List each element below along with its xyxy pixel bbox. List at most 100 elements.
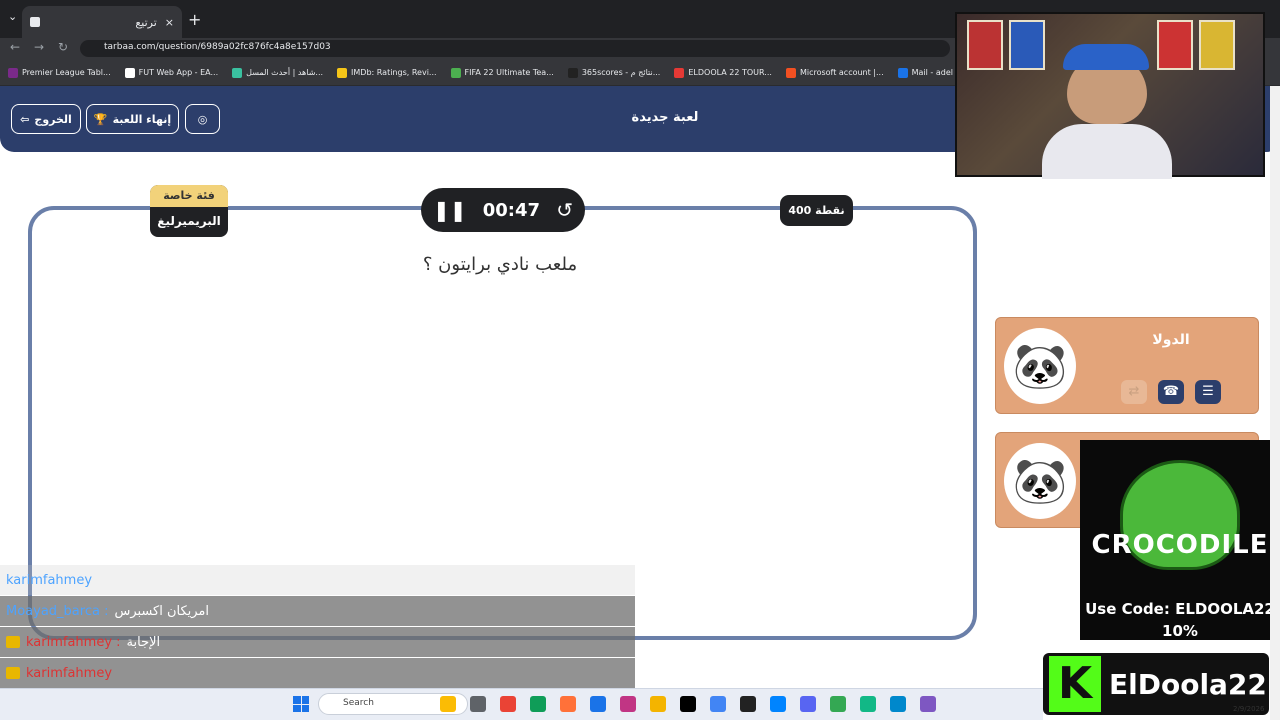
taskbar-app-icon[interactable]: [590, 696, 606, 712]
search-label: Search: [343, 698, 374, 708]
taskbar-app-icon[interactable]: [680, 696, 696, 712]
chat-username: karimfahmey :: [26, 634, 121, 650]
taskbar-app-icon[interactable]: [470, 696, 486, 712]
taskbar-app-icon[interactable]: [770, 696, 786, 712]
bookmark-favicon-icon: [8, 67, 18, 78]
bookmark-item[interactable]: Premier League Tabl...: [8, 67, 111, 78]
windows-taskbar: [0, 688, 1043, 720]
bookmark-favicon-icon: [124, 67, 135, 78]
taskbar-app-icon[interactable]: [800, 696, 816, 712]
taskbar-app-icon[interactable]: [650, 696, 666, 712]
scrollbar[interactable]: [1270, 86, 1280, 720]
bookmark-favicon-icon: [567, 67, 578, 78]
taskbar-app-icon[interactable]: [710, 696, 726, 712]
brand-name: ElDoola22: [1109, 667, 1267, 701]
taskbar-app-icon[interactable]: [620, 696, 636, 712]
taskbar-app-icon[interactable]: [560, 696, 576, 712]
bookmark-label: Premier League Tabl...: [22, 68, 111, 77]
sponsor-code: Use Code: ELDOOLA22: [1085, 600, 1275, 618]
chat-message: karimfahmey: [0, 658, 635, 688]
bookmark-label: IMDb: Ratings, Revi...: [351, 68, 437, 77]
bookmark-label: FUT Web App - EA...: [138, 68, 219, 77]
crown-badge-icon: [6, 667, 20, 679]
sponsor-overlay: CROCODILE Use Code: ELDOOLA22 10%: [1080, 440, 1280, 640]
exit-icon: ⇦: [20, 112, 30, 126]
palette-button[interactable]: ◎: [185, 104, 220, 134]
taskbar-app-icon[interactable]: [440, 696, 456, 712]
category-label: فئة خاصة: [150, 185, 228, 207]
timer-value: 00:47: [482, 199, 541, 221]
poster-image: [1199, 20, 1235, 70]
tab-list-icon[interactable]: ⌄: [8, 10, 17, 23]
bookmark-label: شاهد | أحدث المسل...: [246, 68, 324, 77]
webcam-overlay: [955, 12, 1265, 179]
page-title: لعبة جديدة: [631, 110, 699, 125]
chat-text: الإجابة: [126, 634, 161, 650]
sponsor-logo-text: CROCODILE: [1091, 530, 1269, 560]
chat-username: Moayad_barca :: [6, 603, 109, 619]
bookmark-label: ELDOOLA 22 TOUR...: [688, 68, 772, 77]
team-name: الدولا: [1152, 332, 1190, 348]
back-icon[interactable]: ←: [10, 40, 20, 54]
bookmark-favicon-icon: [337, 67, 348, 78]
streamer-cap: [1063, 44, 1149, 70]
palette-icon: ◎: [197, 112, 208, 126]
end-game-label: إنهاء اللعبة: [112, 112, 172, 126]
bookmark-favicon-icon: [450, 67, 461, 78]
taskbar-app-icon[interactable]: [920, 696, 936, 712]
crown-badge-icon: [6, 636, 20, 648]
chat-message: karimfahmey: [0, 565, 635, 595]
taskbar-app-icon[interactable]: [860, 696, 876, 712]
forward-icon[interactable]: →: [34, 40, 44, 54]
address-bar[interactable]: tarbaa.com/question/6989a02fc876fc4a8e15…: [80, 40, 950, 57]
bookmark-item[interactable]: شاهد | أحدث المسل...: [232, 67, 324, 78]
chat-text: امريكان اكسبرس: [114, 603, 210, 619]
poster-image: [1157, 20, 1193, 70]
phone-tool-icon[interactable]: ☎: [1158, 380, 1184, 404]
bookmark-label: FIFA 22 Ultimate Tea...: [464, 68, 554, 77]
url-text: tarbaa.com/question/6989a02fc876fc4a8e15…: [104, 42, 331, 52]
reset-timer-icon[interactable]: ↺: [556, 198, 573, 222]
taskbar-app-icon[interactable]: [740, 696, 756, 712]
bookmark-item[interactable]: FIFA 22 Ultimate Tea...: [450, 67, 554, 78]
pause-icon[interactable]: ❚❚: [433, 198, 467, 222]
taskbar-app-icon[interactable]: [500, 696, 516, 712]
poster-image: [1009, 20, 1045, 70]
bookmark-favicon-icon: [785, 67, 796, 78]
bookmark-favicon-icon: [674, 67, 685, 78]
bookmark-favicon-icon: [897, 67, 908, 78]
chat-message: Moayad_barca : امريكان اكسبرس: [0, 596, 635, 626]
poster-image: [967, 20, 1003, 70]
bookmark-label: 365scores - نتائج م...: [581, 68, 661, 77]
chat-message: karimfahmey : الإجابة: [0, 627, 635, 657]
bookmark-item[interactable]: FUT Web App - EA...: [124, 67, 219, 78]
kick-logo-icon: K: [1049, 656, 1101, 712]
trophy-icon: 🏆: [93, 112, 108, 126]
bookmark-item[interactable]: IMDb: Ratings, Revi...: [337, 67, 437, 78]
bookmark-item[interactable]: Microsoft account |...: [785, 67, 884, 78]
streamer-shirt: [1042, 124, 1172, 179]
chat-username: karimfahmey: [6, 572, 93, 588]
timer: ❚❚ 00:47 ↺: [421, 188, 585, 232]
exit-button[interactable]: ⇦ الخروج: [11, 104, 81, 134]
browser-tab[interactable]: ترتيع ×: [22, 6, 182, 38]
taskbar-date: 2/9/2026: [1233, 705, 1265, 713]
bookmark-item[interactable]: ELDOOLA 22 TOUR...: [674, 67, 772, 78]
sponsor-discount: 10%: [1162, 622, 1198, 640]
windows-start-icon[interactable]: [293, 696, 309, 712]
chat-username: karimfahmey: [26, 665, 113, 681]
swap-tool-icon[interactable]: ⇄: [1121, 380, 1147, 404]
taskbar-app-icon[interactable]: [530, 696, 546, 712]
panda-avatar-icon: 🐼: [1004, 328, 1076, 404]
bookmark-item[interactable]: 365scores - نتائج م...: [567, 67, 661, 78]
reload-icon[interactable]: ↻: [58, 40, 68, 54]
taskbar-app-icon[interactable]: [890, 696, 906, 712]
bookmark-favicon-icon: [232, 67, 243, 78]
close-tab-icon[interactable]: ×: [165, 16, 174, 29]
panda-avatar-icon: 🐼: [1004, 443, 1076, 519]
taskbar-app-icon[interactable]: [830, 696, 846, 712]
new-tab-icon[interactable]: +: [188, 10, 201, 29]
end-game-button[interactable]: 🏆 إنهاء اللعبة: [86, 104, 179, 134]
list-tool-icon[interactable]: ☰: [1195, 380, 1221, 404]
category-name: البريميرليغ: [157, 214, 221, 228]
